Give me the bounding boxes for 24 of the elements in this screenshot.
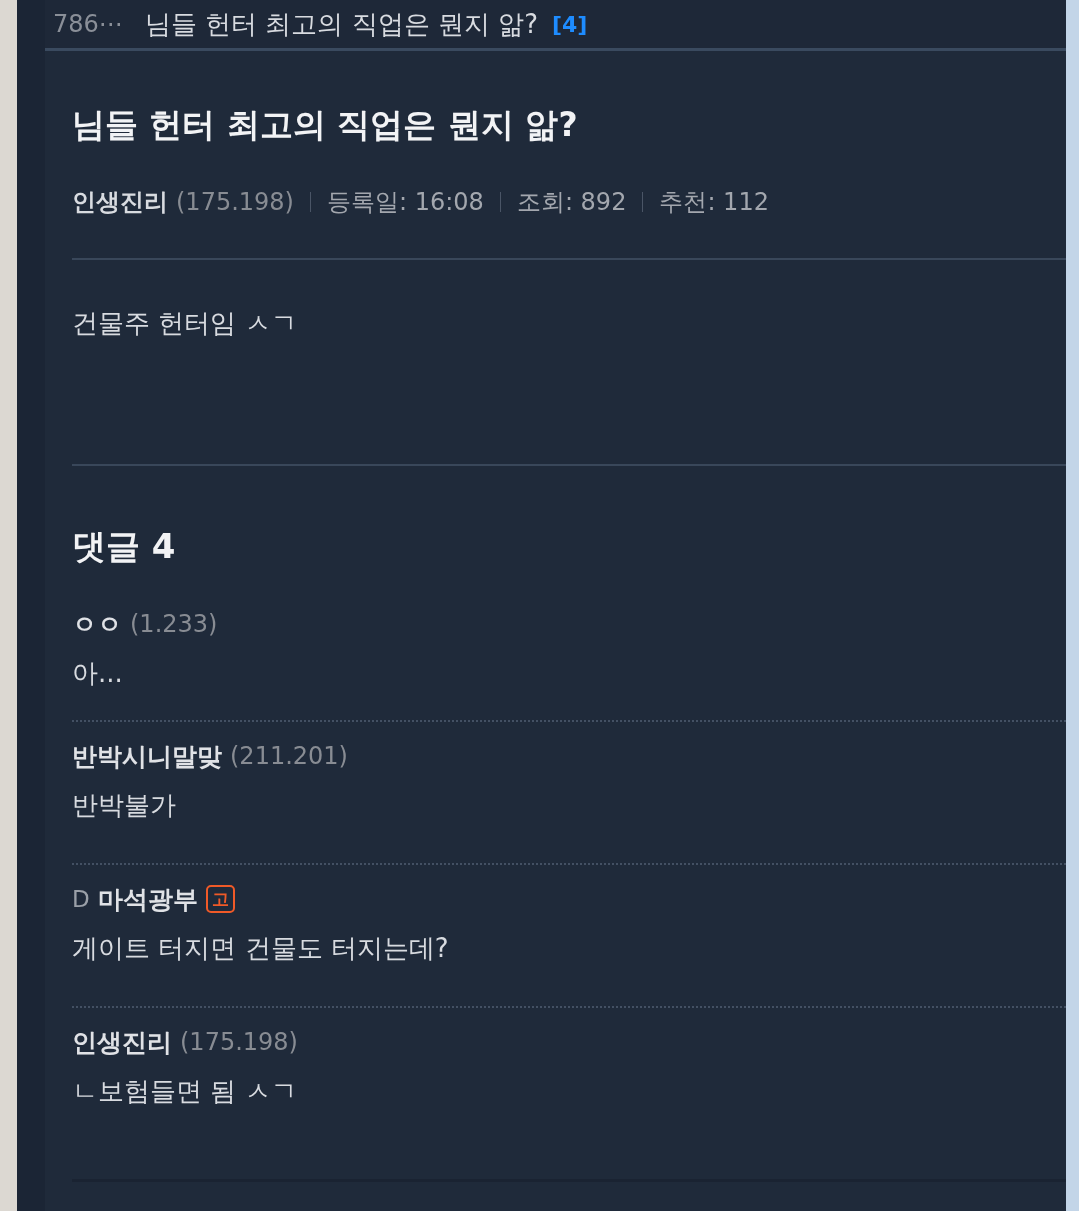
- comment-text: 반박불가: [72, 789, 177, 822]
- comment-ip: (211.201): [230, 742, 348, 770]
- comment-count[interactable]: [4]: [551, 11, 588, 37]
- comment-author: 마석광부: [97, 883, 198, 916]
- user-badge: 고: [205, 885, 235, 913]
- comment-ip: (1.233): [130, 610, 218, 638]
- comment-author: ㅇㅇ: [72, 608, 122, 641]
- post-meta: 등록일: 16:08: [327, 187, 484, 218]
- author-ip: (175.198): [176, 188, 294, 216]
- comments-heading: 댓글 4: [72, 525, 177, 568]
- comment-text: 게이트 터지면 건물도 터지는데?: [72, 932, 450, 965]
- comment-ip: (175.198): [180, 1028, 298, 1056]
- comment-text: ㄴ보험들면 됨 ㅅㄱ: [72, 1075, 298, 1108]
- post-link[interactable]: 님들 헌터 최고의 직업은 뭔지 앎?: [144, 6, 538, 42]
- post-number: 786⋯: [53, 10, 123, 38]
- post-body: 건물주 헌터임 ㅅㄱ: [72, 307, 298, 340]
- post-meta: 추천: 112: [659, 187, 769, 218]
- author-name: 인생진리: [72, 187, 168, 218]
- level-mark: D: [72, 886, 90, 912]
- comment-author: 반박시니말맞: [72, 740, 222, 773]
- comment-author: 인생진리: [72, 1026, 172, 1059]
- post-meta: 조회: 892: [516, 187, 627, 218]
- post-title: 님들 헌터 최고의 직업은 뭔지 앎?: [72, 104, 579, 146]
- comment-text: 아...: [72, 657, 124, 690]
